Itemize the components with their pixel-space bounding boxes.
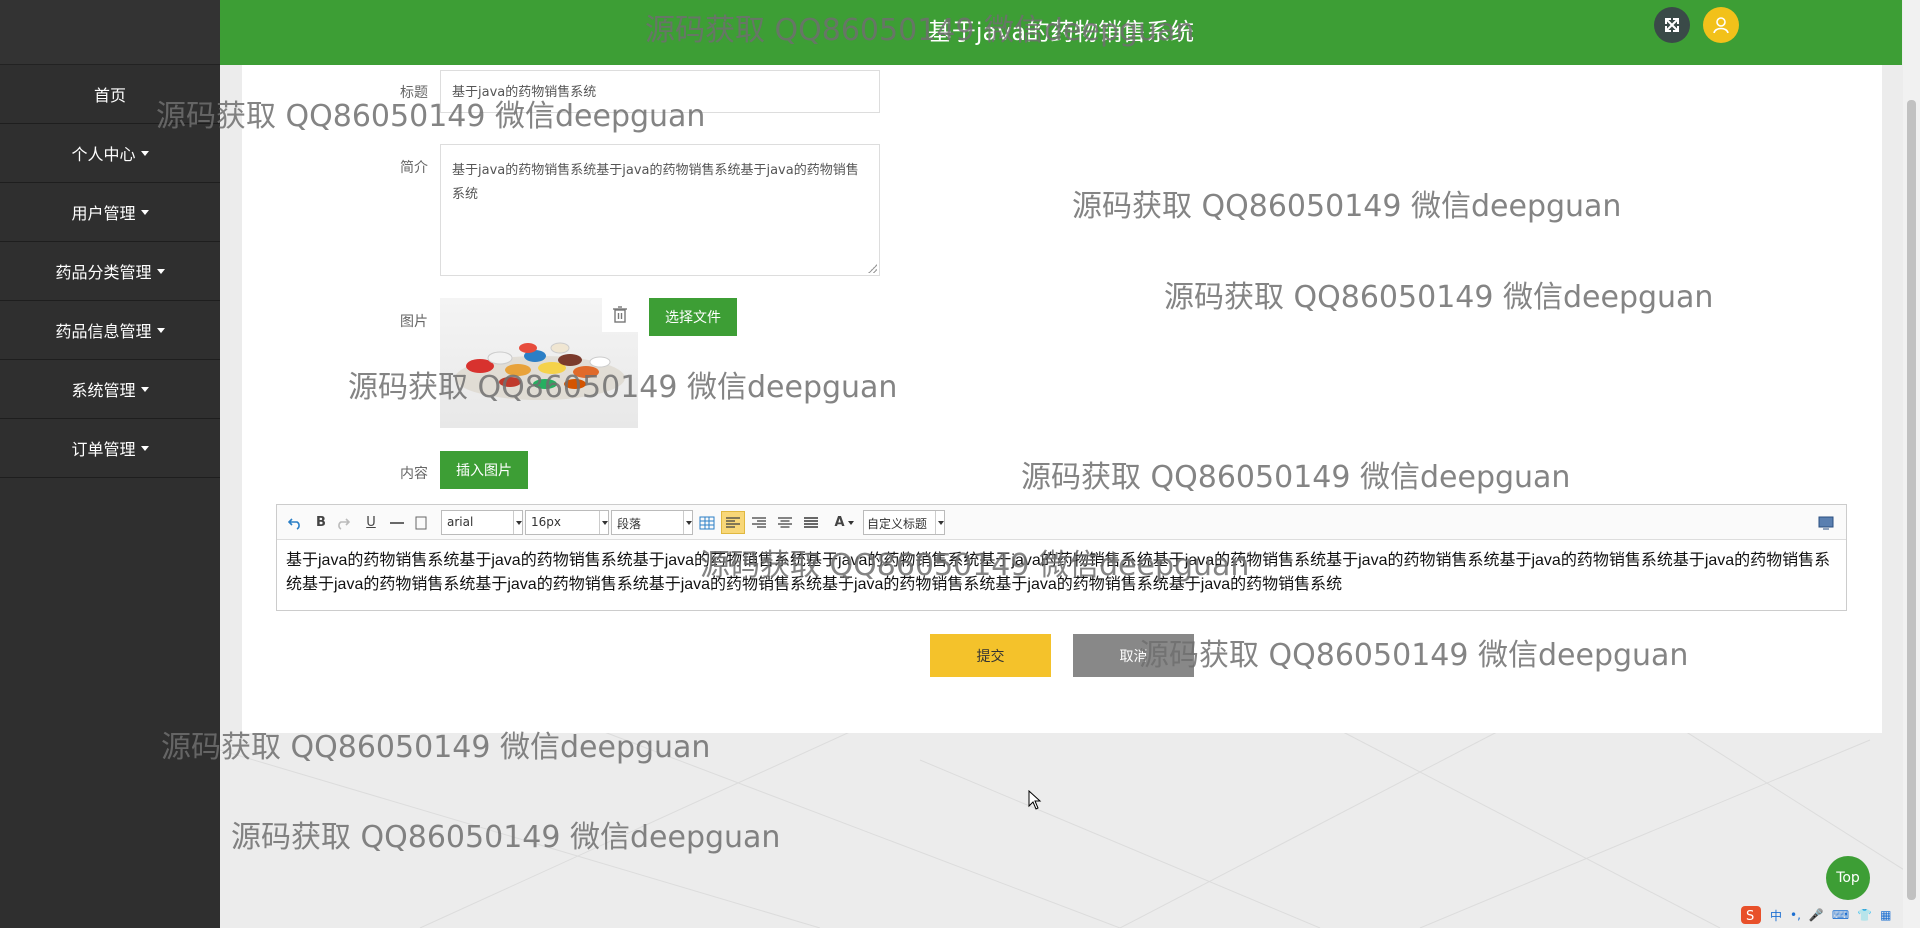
sidebar-item-label: 订单管理 [71, 440, 136, 459]
insert-image-button[interactable]: 插入图片 [440, 451, 528, 489]
sidebar-item-home[interactable]: 首页 [0, 65, 220, 124]
intro-text: 基于java的药物销售系统基于java的药物销售系统基于java的药物销售系统 [452, 163, 859, 202]
paragraph-select[interactable]: 段落 [611, 510, 693, 535]
caret-down-icon [140, 150, 149, 156]
align-left-icon [726, 516, 740, 528]
redo-button[interactable] [335, 511, 351, 534]
monitor-icon [1818, 516, 1834, 529]
document-icon [415, 516, 427, 529]
intro-textarea[interactable]: 基于java的药物销售系统基于java的药物销售系统基于java的药物销售系统 [440, 144, 880, 276]
caret-down-icon [140, 386, 149, 392]
font-size-select[interactable]: 16px [525, 510, 609, 535]
font-size-value: 16px [531, 515, 561, 529]
expand-icon [1665, 18, 1679, 32]
font-color-button[interactable]: A [829, 511, 859, 534]
sidebar-item-personal-center[interactable]: 个人中心 [0, 124, 220, 183]
editor-content[interactable]: 基于java的药物销售系统基于java的药物销售系统基于java的药物销售系统基… [277, 540, 1846, 606]
skin-icon[interactable]: 👕 [1857, 908, 1872, 922]
sidebar-item-label: 用户管理 [71, 204, 136, 223]
mouse-cursor-icon [1028, 790, 1042, 810]
redo-icon [338, 517, 350, 530]
svg-text:S: S [1746, 909, 1754, 924]
custom-heading-select[interactable]: 自定义标题 [863, 510, 945, 535]
table-button[interactable] [697, 511, 717, 534]
sidebar-item-order-management[interactable]: 订单管理 [0, 419, 220, 478]
rich-text-editor: B U arial 16px 段落 A 自定义标题 基于java的药物销售系统基… [276, 504, 1847, 611]
sidebar-item-category-management[interactable]: 药品分类管理 [0, 242, 220, 301]
fullscreen-button[interactable] [1654, 7, 1690, 43]
cancel-button[interactable]: 取消 [1073, 634, 1194, 677]
align-center-button[interactable] [775, 511, 795, 534]
sidebar-item-label: 首页 [93, 86, 126, 105]
font-family-value: arial [447, 515, 474, 529]
microphone-icon[interactable]: 🎤 [1809, 908, 1824, 922]
sidebar-item-label: 个人中心 [71, 145, 136, 164]
sidebar-item-drug-info-management[interactable]: 药品信息管理 [0, 301, 220, 360]
punctuation-icon[interactable]: •, [1790, 908, 1801, 922]
chevron-down-icon [683, 511, 692, 534]
toolbox-icon[interactable]: ▦ [1880, 908, 1891, 922]
app-title: 基于java的药物销售系统 [927, 18, 1195, 46]
fullscreen-editor-button[interactable] [1815, 511, 1837, 534]
chevron-down-icon [599, 511, 608, 534]
user-icon [1713, 17, 1729, 34]
horizontal-rule-button[interactable] [389, 511, 405, 534]
caret-down-icon [140, 445, 149, 451]
sidebar-item-user-management[interactable]: 用户管理 [0, 183, 220, 242]
font-family-select[interactable]: arial [441, 510, 523, 535]
sogou-ime-icon[interactable]: S [1740, 905, 1762, 925]
undo-button[interactable] [285, 511, 305, 534]
align-justify-icon [804, 516, 818, 528]
choose-file-button[interactable]: 选择文件 [649, 298, 737, 336]
sidebar: 首页 个人中心 用户管理 药品分类管理 药品信息管理 系统管理 订单管理 [0, 0, 220, 928]
caret-down-icon [156, 268, 165, 274]
intro-label: 简介 [400, 160, 428, 176]
keyboard-icon[interactable]: ⌨ [1832, 908, 1849, 922]
paragraph-value: 段落 [617, 517, 642, 531]
align-right-button[interactable] [749, 511, 769, 534]
delete-image-button[interactable] [602, 298, 638, 332]
horizontal-rule-icon [390, 521, 404, 524]
chevron-down-icon [935, 511, 944, 534]
resize-grip-icon[interactable] [868, 264, 877, 273]
content-label: 内容 [400, 466, 428, 482]
chevron-down-icon [847, 520, 854, 525]
bold-button[interactable]: B [313, 511, 329, 534]
sidebar-item-label: 药品分类管理 [55, 263, 152, 282]
undo-icon [288, 517, 300, 530]
sidebar-brand [0, 0, 220, 65]
caret-down-icon [140, 209, 149, 215]
image-label: 图片 [400, 314, 428, 330]
align-center-icon [778, 516, 792, 528]
ime-toolbar: S 中 •, 🎤 ⌨ 👕 ▦ [1740, 902, 1900, 928]
sidebar-item-system-management[interactable]: 系统管理 [0, 360, 220, 419]
user-avatar-button[interactable] [1703, 7, 1739, 43]
chevron-down-icon [513, 511, 522, 534]
submit-button[interactable]: 提交 [930, 634, 1051, 677]
page-scrollbar[interactable] [1903, 0, 1920, 928]
document-button[interactable] [413, 511, 429, 534]
scrollbar-thumb[interactable] [1907, 100, 1916, 900]
trash-icon [613, 306, 627, 323]
align-justify-button[interactable] [801, 511, 821, 534]
ime-chinese-mode[interactable]: 中 [1770, 907, 1782, 924]
top-header: 基于java的药物销售系统 [220, 0, 1902, 65]
table-icon [699, 516, 715, 529]
align-left-button[interactable] [721, 511, 745, 534]
title-label: 标题 [400, 85, 428, 101]
sidebar-item-label: 系统管理 [71, 381, 136, 400]
custom-heading-value: 自定义标题 [867, 517, 928, 531]
align-right-icon [752, 516, 766, 528]
back-to-top-button[interactable]: Top [1826, 856, 1870, 900]
underline-button[interactable]: U [363, 511, 379, 534]
caret-down-icon [156, 327, 165, 333]
editor-toolbar: B U arial 16px 段落 A 自定义标题 [277, 505, 1846, 540]
sidebar-item-label: 药品信息管理 [55, 322, 152, 341]
title-input[interactable]: 基于java的药物销售系统 [440, 70, 880, 113]
